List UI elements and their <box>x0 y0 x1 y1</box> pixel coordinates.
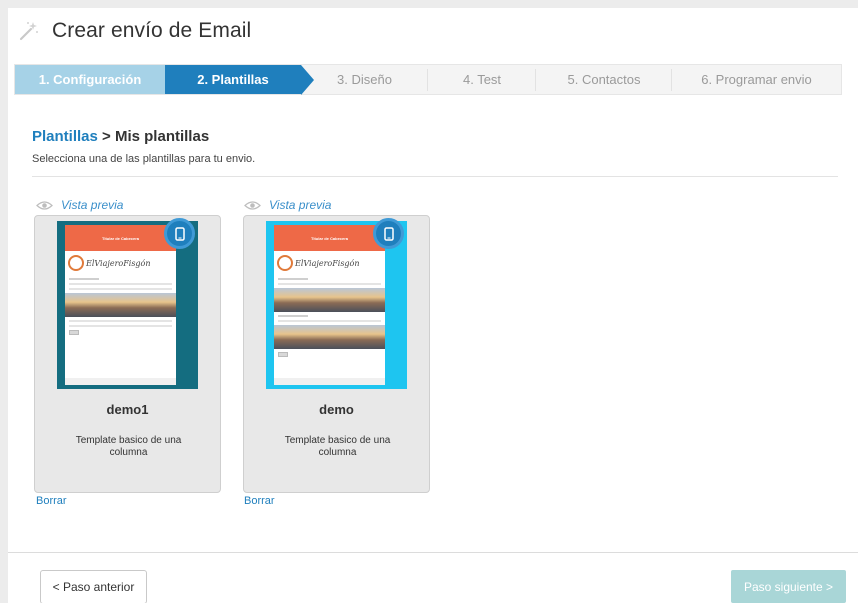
step-contactos: 5. Contactos <box>536 65 672 94</box>
section-subtitle: Selecciona una de las plantillas para tu… <box>32 153 256 165</box>
preview-link-demo1[interactable]: Vista previa <box>36 198 123 212</box>
divider <box>32 176 838 177</box>
eye-icon <box>36 200 53 210</box>
wizard-steps: 1. Configuración 2. Plantillas 3. Diseño… <box>14 64 842 95</box>
preview-link-demo[interactable]: Vista previa <box>244 198 331 212</box>
page-header: Crear envío de Email <box>18 16 251 46</box>
section-breadcrumb: Plantillas > Mis plantillas <box>32 128 210 145</box>
delete-link-demo1[interactable]: Borrar <box>36 495 67 507</box>
previous-step-button[interactable]: < Paso anterior <box>40 570 147 603</box>
template-card-demo[interactable]: Titular de Cabecera ElViajeroFisgón demo… <box>243 215 430 493</box>
mobile-icon <box>373 218 404 249</box>
template-description: Template basico de una columna <box>75 435 182 458</box>
mobile-icon <box>164 218 195 249</box>
step-programar-envio: 6. Programar envio <box>701 72 812 87</box>
step-plantillas[interactable]: 2. Plantillas <box>165 65 314 95</box>
template-card-demo1[interactable]: Titular de Cabecera ElViajeroFisgón demo… <box>34 215 221 493</box>
next-step-button[interactable]: Paso siguiente > <box>731 570 846 603</box>
template-name: demo1 <box>106 402 149 417</box>
step-diseno: 3. Diseño <box>301 65 428 94</box>
step-configuracion[interactable]: 1. Configuración <box>15 65 165 94</box>
page-title: Crear envío de Email <box>52 19 252 42</box>
magic-wand-icon <box>19 22 38 41</box>
step-arrow <box>301 65 314 95</box>
breadcrumb-current: Mis plantillas <box>114 128 210 145</box>
footer-divider <box>8 552 858 553</box>
breadcrumb-plantillas-link[interactable]: Plantillas <box>32 128 98 145</box>
step-test: 4. Test <box>428 65 536 94</box>
template-name: demo <box>319 402 354 417</box>
eye-icon <box>244 200 261 210</box>
template-description: Template basico de una columna <box>284 435 391 458</box>
delete-link-demo[interactable]: Borrar <box>244 495 275 507</box>
